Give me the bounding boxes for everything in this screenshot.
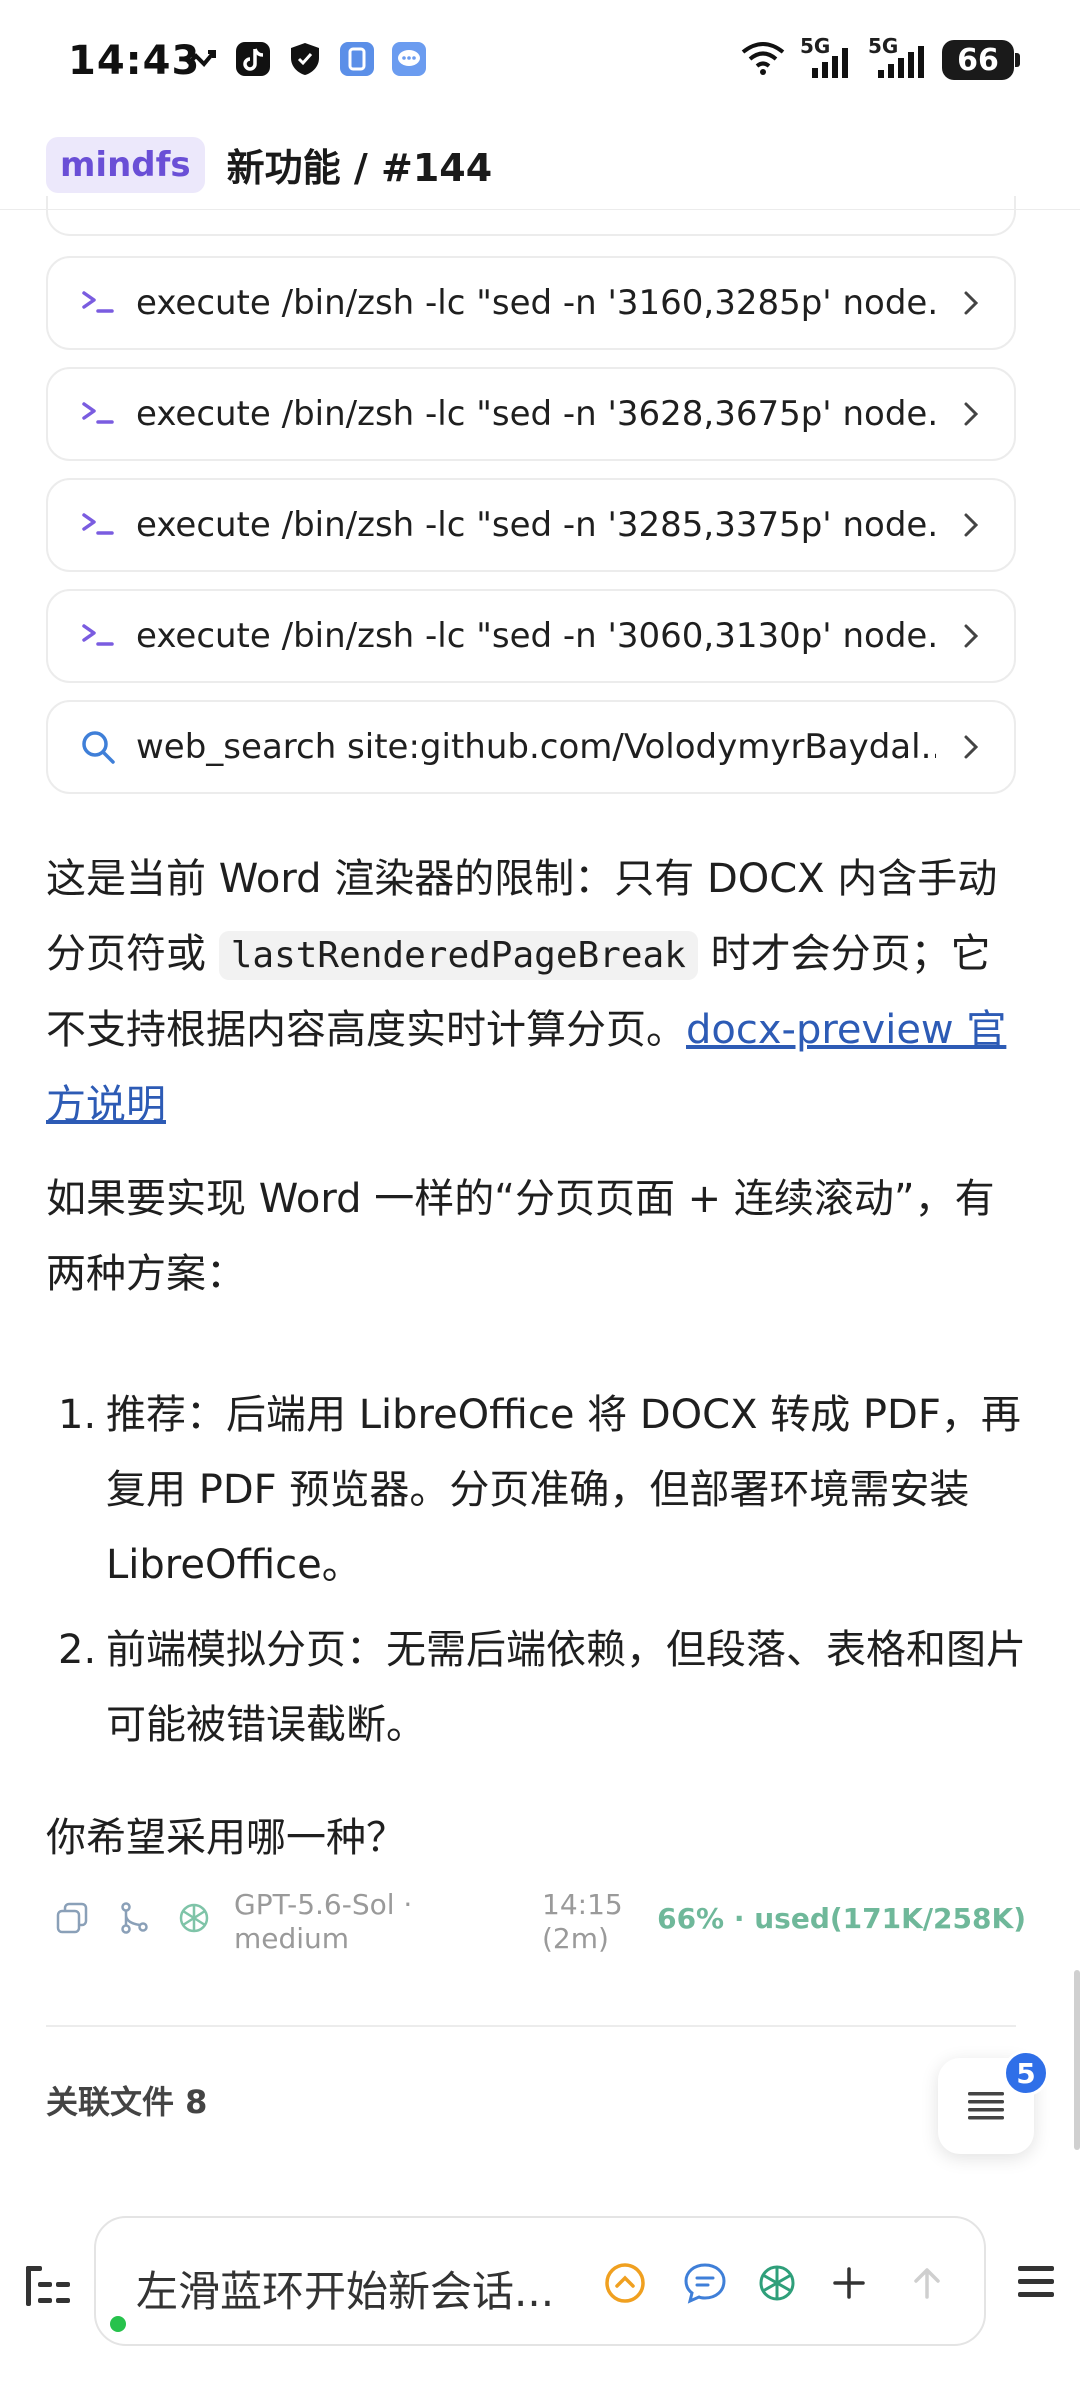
tiktok-icon [234,40,272,78]
model-label: GPT-5.6-Sol · medium [234,1888,413,1955]
chevron-right-icon [956,510,986,540]
terminal-icon [76,503,120,547]
status-system-icons: 5G 5G 66 [738,34,1020,82]
missed-call-icon [182,40,220,78]
tool-call-label: web_search site:github.com/VolodymyrBayd… [136,727,936,767]
response-time: 14:15 (2m) [542,1888,623,1955]
copy-icon[interactable] [52,1898,92,1938]
shield-icon [286,40,324,78]
tool-call-label: execute /bin/zsh -lc "sed -n '3628,3675p… [136,394,936,434]
list-item-text: 前端模拟分页：无需后端依赖，但段落、表格和图片可能被错误截断。 [106,1627,1026,1748]
signal-icon-1: 5G [800,34,856,80]
tree-icon[interactable] [18,2256,78,2316]
tool-call-card[interactable]: execute /bin/zsh -lc "sed -n '3628,3675p… [46,367,1016,461]
options-list: 1. 推荐：后端用 LibreOffice 将 DOCX 转成 PDF，再复用 … [46,1378,1036,1773]
online-indicator [110,2316,126,2332]
tool-call-card[interactable]: execute /bin/zsh -lc "sed -n '3160,3285p… [46,256,1016,350]
scrollbar[interactable] [1074,1970,1080,2150]
chevron-right-icon [956,621,986,651]
assistant-message-paragraph: 这是当前 Word 渲染器的限制：只有 DOCX 内含手动分页符或 lastRe… [46,842,1026,1143]
related-files-label[interactable]: 关联文件 8 [46,2077,207,2123]
tool-call-card[interactable]: web_search site:github.com/VolodymyrBayd… [46,700,1016,794]
assistant-message-paragraph: 如果要实现 Word 一样的“分页页面 + 连续滚动”，有两种方案： [46,1176,995,1297]
chat-page: 14:43 5G 5G 66 mindfs 新功能 / #144 execute… [0,0,1080,2382]
divider [46,2025,1016,2027]
inline-code: lastRenderedPageBreak [218,931,698,980]
chat-bubble-icon[interactable] [680,2258,730,2308]
chevron-right-icon [956,732,986,762]
branch-icon[interactable] [114,1898,154,1938]
tool-call-label: execute /bin/zsh -lc "sed -n '3285,3375p… [136,505,936,545]
send-arrow-icon[interactable] [902,2258,952,2308]
input-placeholder: 左滑蓝环开始新会话... [136,2267,555,2316]
status-bar: 14:43 5G 5G 66 [0,0,1080,120]
app-icon [338,40,376,78]
tool-call-card[interactable]: execute /bin/zsh -lc "sed -n '3285,3375p… [46,478,1016,572]
tool-call-card-partial[interactable] [46,196,1016,236]
menu-icon[interactable] [1008,2252,1064,2312]
message-meta-row: GPT-5.6-Sol · medium 14:15 (2m) 66% · us… [46,1888,1026,1958]
chevron-up-circle-icon[interactable] [600,2258,650,2308]
question-text: 你希望采用哪一种？ [46,1815,406,1861]
signal-icon-2: 5G [868,34,930,80]
openai-icon [174,1898,214,1938]
count-badge: 5 [1003,2050,1049,2096]
context-usage: 66% · used(171K/258K) [657,1902,1026,1935]
list-icon [968,2092,1004,2120]
add-icon[interactable] [824,2258,874,2308]
tool-call-label: execute /bin/zsh -lc "sed -n '3160,3285p… [136,283,936,323]
list-number: 1. [58,1392,97,1438]
tool-call-label: execute /bin/zsh -lc "sed -n '3060,3130p… [136,616,936,656]
page-title: 新功能 / #144 [226,146,493,190]
list-item-text: 推荐：后端用 LibreOffice 将 DOCX 转成 PDF，再复用 PDF… [106,1392,1021,1588]
terminal-icon [76,614,120,658]
chevron-right-icon [956,399,986,429]
list-item: 2. 前端模拟分页：无需后端依赖，但段落、表格和图片可能被错误截断。 [46,1613,1036,1763]
list-item: 1. 推荐：后端用 LibreOffice 将 DOCX 转成 PDF，再复用 … [46,1378,1036,1603]
app-badge[interactable]: mindfs [46,136,205,193]
chevron-right-icon [956,288,986,318]
message-input[interactable]: 左滑蓝环开始新会话... [94,2216,986,2346]
search-icon [76,725,120,769]
terminal-icon [76,281,120,325]
terminal-icon [76,392,120,436]
openai-icon[interactable] [752,2258,802,2308]
list-number: 2. [58,1627,97,1673]
status-time: 14:43 [68,38,201,84]
wifi-icon [738,38,788,82]
status-notification-icons [182,40,428,78]
tool-call-card[interactable]: execute /bin/zsh -lc "sed -n '3060,3130p… [46,589,1016,683]
message-app-icon [390,40,428,78]
battery-indicator: 66 [942,40,1020,80]
